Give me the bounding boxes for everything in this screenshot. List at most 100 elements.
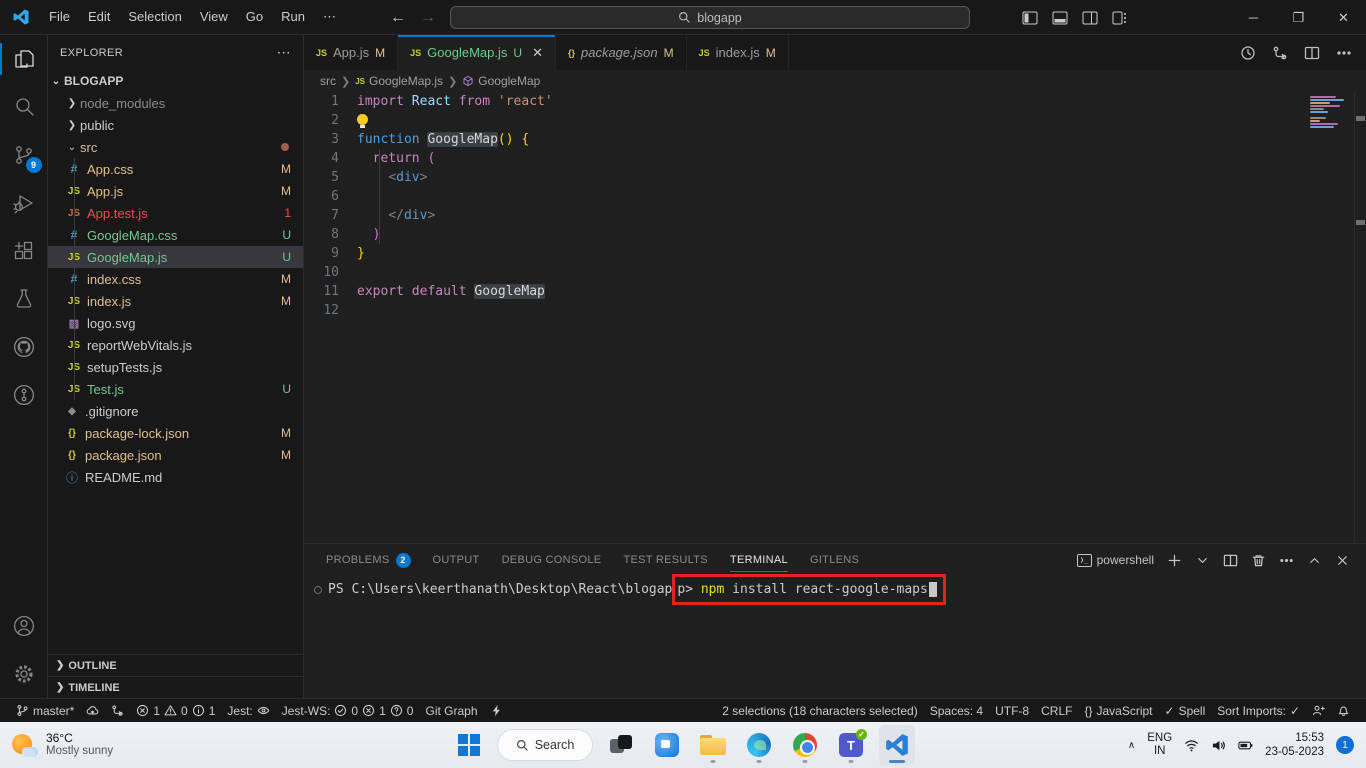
notification-badge[interactable]: 1 xyxy=(1336,736,1354,754)
editor-more-actions-icon[interactable] xyxy=(1336,45,1352,61)
branch-indicator[interactable]: master* xyxy=(10,699,80,722)
problems-indicator[interactable]: 101 xyxy=(130,699,221,722)
breadcrumb[interactable]: src❯JSGoogleMap.js❯GoogleMap xyxy=(304,70,1366,92)
nav-forward-arrow[interactable]: → xyxy=(420,9,436,27)
code-editor[interactable]: 1import React from 'react'23function Goo… xyxy=(304,92,1366,543)
tree-item-setuptests.js[interactable]: JSsetupTests.js xyxy=(48,356,303,378)
split-terminal-icon[interactable] xyxy=(1223,553,1238,568)
encoding-status[interactable]: UTF-8 xyxy=(989,699,1035,722)
github-icon[interactable] xyxy=(0,323,48,371)
accounts-icon[interactable] xyxy=(0,602,48,650)
close-panel-icon[interactable] xyxy=(1335,553,1350,568)
menu-more[interactable]: ⋯ xyxy=(314,5,345,29)
language-status[interactable]: {}JavaScript xyxy=(1078,699,1158,722)
taskbar-search[interactable]: Search xyxy=(497,729,593,761)
menu-file[interactable]: File xyxy=(40,5,79,29)
tree-item-index.js[interactable]: JSindex.jsM xyxy=(48,290,303,312)
tree-item-src[interactable]: ⌄src xyxy=(48,136,303,158)
tree-item-public[interactable]: ❯public xyxy=(48,114,303,136)
search-icon[interactable] xyxy=(0,83,48,131)
menu-view[interactable]: View xyxy=(191,5,237,29)
maximize-panel-icon[interactable] xyxy=(1307,553,1322,568)
chrome-button[interactable] xyxy=(787,725,823,765)
terminal[interactable]: PS C:\Users\keerthanath\Desktop\React\bl… xyxy=(304,576,1366,698)
menu-go[interactable]: Go xyxy=(237,5,272,29)
vscode-taskbar-button[interactable] xyxy=(879,725,915,765)
breadcrumb-googlemap[interactable]: GoogleMap xyxy=(462,74,540,88)
chat-button[interactable] xyxy=(649,725,685,765)
indentation-status[interactable]: Spaces: 4 xyxy=(924,699,989,722)
terminal-dropdown-icon[interactable] xyxy=(1195,553,1210,568)
eol-status[interactable]: CRLF xyxy=(1035,699,1078,722)
close-tab-icon[interactable]: ✕ xyxy=(532,45,543,61)
spell-status[interactable]: ✓Spell xyxy=(1159,699,1212,722)
tree-root-blogapp[interactable]: ⌄BLOGAPP xyxy=(48,70,303,92)
kill-terminal-icon[interactable] xyxy=(1251,553,1266,568)
explorer-icon[interactable] xyxy=(0,35,48,83)
weather-widget[interactable]: 36°C Mostly sunny xyxy=(0,732,240,758)
command-center-search[interactable]: blogapp xyxy=(450,6,970,29)
tree-item-reportwebvitals.js[interactable]: JSreportWebVitals.js xyxy=(48,334,303,356)
publish-button[interactable] xyxy=(80,699,105,722)
volume-icon[interactable] xyxy=(1211,738,1226,753)
tab-app.js[interactable]: JSApp.jsM xyxy=(304,35,398,70)
run-debug-icon[interactable] xyxy=(0,179,48,227)
tree-item-readme.md[interactable]: ⓘREADME.md xyxy=(48,466,303,488)
breadcrumb-src[interactable]: src xyxy=(320,74,336,88)
tree-item-googlemap.css[interactable]: #GoogleMap.cssU xyxy=(48,224,303,246)
terminal-shell-chip[interactable]: ❯_powershell xyxy=(1077,553,1154,567)
toggle-panel-icon[interactable] xyxy=(1052,10,1068,26)
extensions-icon[interactable] xyxy=(0,227,48,275)
jest-ws-status[interactable]: Jest-WS:010 xyxy=(276,699,420,722)
minimap[interactable] xyxy=(1310,96,1350,129)
customize-layout-icon[interactable] xyxy=(1112,10,1128,26)
tab-googlemap.js[interactable]: JSGoogleMap.jsU✕ xyxy=(398,35,556,70)
lightbulb-icon[interactable] xyxy=(357,114,368,125)
open-timeline-icon[interactable] xyxy=(1240,45,1256,61)
git-graph-button[interactable]: Git Graph xyxy=(419,699,483,722)
toggle-secondary-sidebar-icon[interactable] xyxy=(1082,10,1098,26)
new-terminal-icon[interactable] xyxy=(1167,553,1182,568)
selection-status[interactable]: 2 selections (18 characters selected) xyxy=(716,699,923,722)
source-control-icon[interactable]: 9 xyxy=(0,131,48,179)
testing-icon[interactable] xyxy=(0,275,48,323)
zap-button[interactable] xyxy=(484,699,509,722)
breadcrumb-googlemap.js[interactable]: JSGoogleMap.js xyxy=(355,74,443,88)
open-changes-icon[interactable] xyxy=(1272,45,1288,61)
tree-item-app.test.js[interactable]: JSApp.test.js1 xyxy=(48,202,303,224)
tree-item-package.json[interactable]: {}package.jsonM xyxy=(48,444,303,466)
compare-button[interactable] xyxy=(105,699,130,722)
wifi-icon[interactable] xyxy=(1184,738,1199,753)
tree-item-test.js[interactable]: JSTest.jsU xyxy=(48,378,303,400)
tree-item-googlemap.js[interactable]: JSGoogleMap.jsU xyxy=(48,246,303,268)
tree-item-package-lock.json[interactable]: {}package-lock.jsonM xyxy=(48,422,303,444)
menu-selection[interactable]: Selection xyxy=(119,5,190,29)
tree-item-app.css[interactable]: #App.cssM xyxy=(48,158,303,180)
feedback-button[interactable] xyxy=(1306,699,1331,722)
start-button[interactable] xyxy=(451,725,487,765)
jest-status[interactable]: Jest: xyxy=(221,699,275,722)
timeline-section[interactable]: ❯ TIMELINE xyxy=(48,676,303,698)
nav-back-arrow[interactable]: ← xyxy=(390,9,406,27)
notifications-bell[interactable] xyxy=(1331,699,1356,722)
toggle-sidebar-icon[interactable] xyxy=(1022,10,1038,26)
task-view-button[interactable] xyxy=(603,725,639,765)
panel-tab-problems[interactable]: PROBLEMS2 xyxy=(318,544,419,576)
sort-imports-status[interactable]: Sort Imports:✓ xyxy=(1211,699,1306,722)
panel-tab-gitlens[interactable]: GITLENS xyxy=(802,544,867,576)
teams-button[interactable]: T xyxy=(833,725,869,765)
close-button[interactable]: ✕ xyxy=(1321,0,1366,35)
panel-tab-test-results[interactable]: TEST RESULTS xyxy=(615,544,716,576)
panel-tab-terminal[interactable]: TERMINAL xyxy=(722,544,796,576)
tab-index.js[interactable]: JSindex.jsM xyxy=(687,35,789,70)
settings-icon[interactable] xyxy=(0,650,48,698)
panel-more-actions-icon[interactable] xyxy=(1279,553,1294,568)
tree-item-index.css[interactable]: #index.cssM xyxy=(48,268,303,290)
outline-section[interactable]: ❯ OUTLINE xyxy=(48,654,303,676)
edge-button[interactable] xyxy=(741,725,777,765)
tree-item-logo.svg[interactable]: ▨logo.svg xyxy=(48,312,303,334)
maximize-button[interactable]: ❐ xyxy=(1276,0,1321,35)
split-editor-icon[interactable] xyxy=(1304,45,1320,61)
panel-tab-debug-console[interactable]: DEBUG CONSOLE xyxy=(494,544,610,576)
language-switcher[interactable]: ENGIN xyxy=(1147,732,1172,758)
